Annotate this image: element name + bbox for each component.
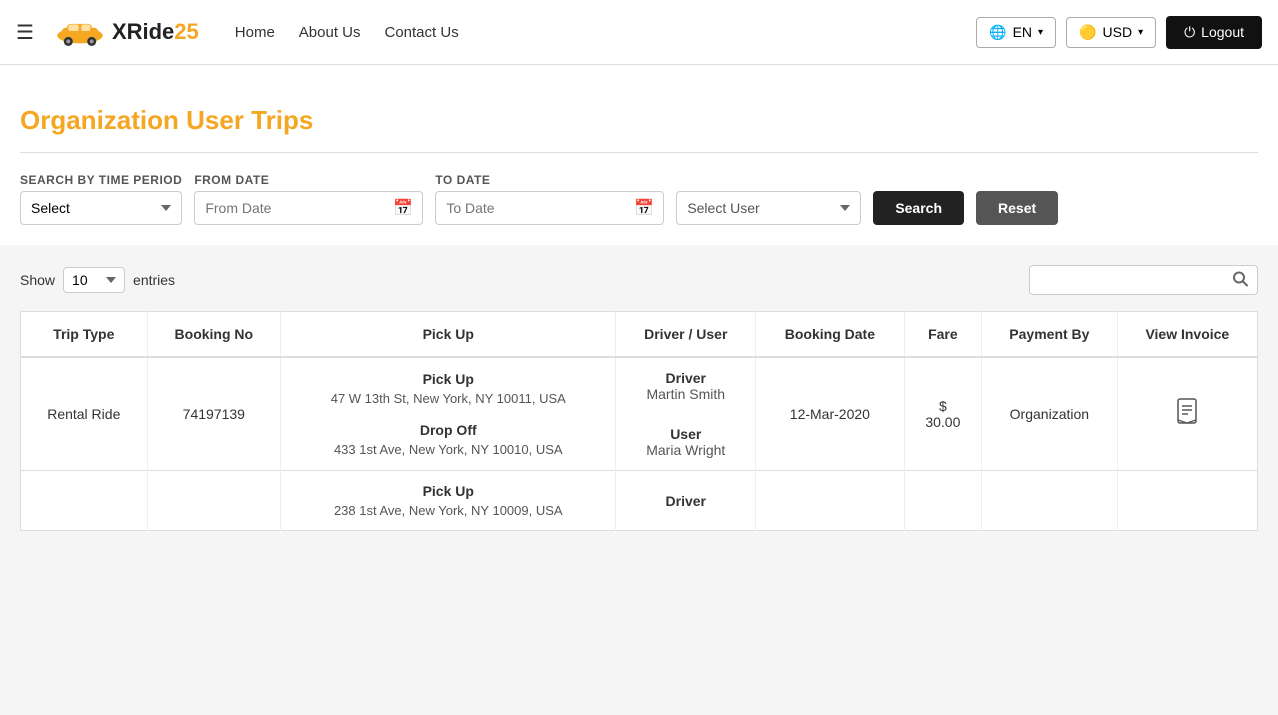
from-date-label: FROM DATE (194, 173, 423, 187)
table-search-icon (1232, 271, 1248, 290)
pickup-label-2: Pick Up (293, 483, 603, 499)
car-logo-icon (54, 16, 106, 48)
logo-brand-text: XRide25 (112, 19, 199, 45)
logout-button[interactable]: ⏻ Logout (1166, 16, 1262, 49)
filter-bar: SEARCH BY TIME PERIOD Select FROM DATE 📅… (20, 173, 1258, 245)
select-user-wrapper: Select User (676, 191, 861, 225)
cell-booking-date-2 (756, 471, 905, 531)
search-by-group: SEARCH BY TIME PERIOD Select (20, 173, 182, 225)
table-row: Rental Ride 74197139 Pick Up 47 W 13th S… (21, 357, 1258, 471)
driver-label: Driver (628, 370, 743, 386)
to-date-input[interactable] (435, 191, 664, 225)
col-pickup: Pick Up (281, 312, 616, 358)
reset-btn-spacer (976, 173, 1058, 187)
logout-label: Logout (1201, 24, 1244, 40)
globe-icon: 🌐 (989, 24, 1006, 41)
page-content: Organization User Trips SEARCH BY TIME P… (0, 65, 1278, 245)
language-label: EN (1013, 24, 1032, 40)
from-date-input[interactable] (194, 191, 423, 225)
col-driver-user: Driver / User (616, 312, 756, 358)
user-name: Maria Wright (628, 442, 743, 458)
search-by-select[interactable]: Select (20, 191, 182, 225)
col-trip-type: Trip Type (21, 312, 148, 358)
search-button[interactable]: Search (873, 191, 964, 225)
select-user-label (676, 173, 861, 187)
driver-name: Martin Smith (628, 386, 743, 402)
reset-button[interactable]: Reset (976, 191, 1058, 225)
nav-contact[interactable]: Contact Us (385, 24, 459, 41)
lang-dropdown-arrow: ▾ (1038, 27, 1043, 38)
search-by-label: SEARCH BY TIME PERIOD (20, 173, 182, 187)
cell-pickup: Pick Up 47 W 13th St, New York, NY 10011… (281, 357, 616, 471)
col-booking-no: Booking No (147, 312, 281, 358)
cell-payment-by: Organization (982, 357, 1118, 471)
cell-trip-type-2 (21, 471, 148, 531)
cell-driver-user: Driver Martin Smith User Maria Wright (616, 357, 756, 471)
entries-select[interactable]: 10 25 50 100 (63, 267, 125, 293)
table-header-row: Trip Type Booking No Pick Up Driver / Us… (21, 312, 1258, 358)
dropoff-address: 433 1st Ave, New York, NY 10010, USA (293, 442, 603, 457)
table-controls: Show 10 25 50 100 entries (20, 265, 1258, 295)
navbar: ☰ XRide25 Home About Us Contact Us 🌐 EN … (0, 0, 1278, 65)
search-btn-group: Search (873, 173, 964, 225)
cell-booking-date: 12-Mar-2020 (756, 357, 905, 471)
col-fare: Fare (904, 312, 981, 358)
page-title: Organization User Trips (20, 85, 1258, 152)
driver-label-2: Driver (628, 493, 743, 509)
cell-trip-type: Rental Ride (21, 357, 148, 471)
logo-link[interactable]: XRide25 (54, 16, 199, 48)
pickup-label: Pick Up (293, 371, 603, 387)
table-search-input[interactable] (1029, 265, 1258, 295)
fare-symbol: $ (939, 398, 947, 414)
col-payment-by: Payment By (982, 312, 1118, 358)
cell-fare-2 (904, 471, 981, 531)
pickup-address: 47 W 13th St, New York, NY 10011, USA (293, 391, 603, 406)
cell-booking-no-2 (147, 471, 281, 531)
cell-booking-no: 74197139 (147, 357, 281, 471)
cell-invoice-2 (1117, 471, 1257, 531)
from-date-group: FROM DATE 📅 (194, 173, 423, 225)
select-user-group: Select User (676, 173, 861, 225)
table-section: Show 10 25 50 100 entries Trip Type B (0, 245, 1278, 551)
reset-btn-group: Reset (976, 173, 1058, 225)
search-btn-spacer (873, 173, 964, 187)
show-entries: Show 10 25 50 100 entries (20, 267, 175, 293)
main-nav: Home About Us Contact Us (235, 24, 459, 41)
trips-table: Trip Type Booking No Pick Up Driver / Us… (20, 311, 1258, 531)
nav-about[interactable]: About Us (299, 24, 361, 41)
language-button[interactable]: 🌐 EN ▾ (976, 17, 1056, 48)
show-label: Show (20, 272, 55, 288)
power-icon: ⏻ (1184, 24, 1195, 41)
col-view-invoice: View Invoice (1117, 312, 1257, 358)
to-date-wrapper: 📅 (435, 191, 664, 225)
page-divider (20, 152, 1258, 153)
cell-fare: $ 30.00 (904, 357, 981, 471)
entries-label: entries (133, 272, 175, 288)
cell-payment-by-2 (982, 471, 1118, 531)
nav-home[interactable]: Home (235, 24, 275, 41)
currency-button[interactable]: 🟡 USD ▾ (1066, 17, 1156, 48)
col-booking-date: Booking Date (756, 312, 905, 358)
select-user-select[interactable]: Select User (676, 191, 861, 225)
pickup-address-2: 238 1st Ave, New York, NY 10009, USA (293, 503, 603, 518)
user-label: User (628, 426, 743, 442)
table-search (1029, 265, 1258, 295)
cell-pickup-2: Pick Up 238 1st Ave, New York, NY 10009,… (281, 471, 616, 531)
fare-value: 30.00 (925, 414, 960, 430)
cell-invoice[interactable] (1117, 357, 1257, 471)
currency-flag-icon: 🟡 (1079, 24, 1096, 41)
hamburger-menu[interactable]: ☰ (16, 20, 34, 45)
invoice-icon[interactable] (1176, 407, 1198, 429)
cell-driver-user-2: Driver (616, 471, 756, 531)
from-date-wrapper: 📅 (194, 191, 423, 225)
navbar-right: 🌐 EN ▾ 🟡 USD ▾ ⏻ Logout (976, 16, 1262, 49)
to-date-label: TO DATE (435, 173, 664, 187)
dropoff-label: Drop Off (293, 422, 603, 438)
currency-label: USD (1103, 24, 1133, 40)
currency-dropdown-arrow: ▾ (1138, 27, 1143, 38)
to-date-group: TO DATE 📅 (435, 173, 664, 225)
table-row: Pick Up 238 1st Ave, New York, NY 10009,… (21, 471, 1258, 531)
